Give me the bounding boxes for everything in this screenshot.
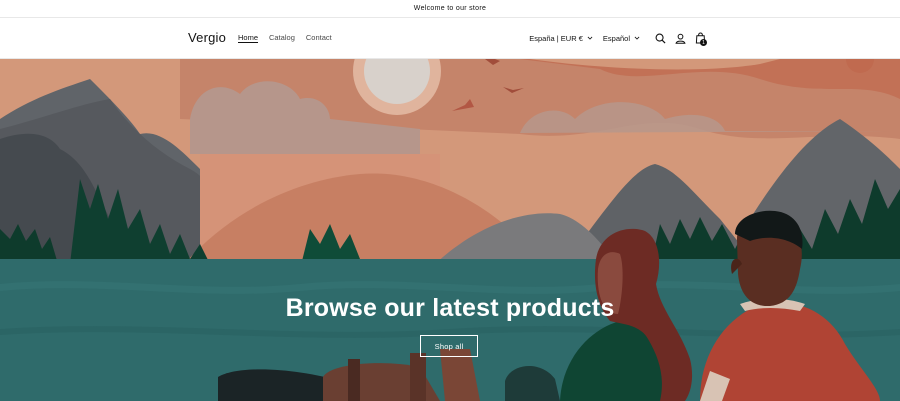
- store-logo[interactable]: Vergio: [188, 30, 226, 45]
- hero-title: Browse our latest products: [285, 294, 615, 322]
- cart-count-badge: 1: [700, 39, 707, 46]
- search-icon: [655, 33, 666, 44]
- chevron-down-icon: [587, 36, 593, 40]
- language-selector-label: Español: [602, 33, 630, 43]
- main-nav: Home Catalog Contact: [238, 33, 332, 42]
- header-actions: España | EUR € Español 1: [529, 28, 710, 48]
- country-selector[interactable]: España | EUR €: [529, 34, 593, 43]
- site-header: Vergio Home Catalog Contact España | EUR…: [0, 18, 900, 59]
- nav-contact[interactable]: Contact: [306, 33, 332, 42]
- nav-home[interactable]: Home: [238, 33, 258, 42]
- announcement-text: Welcome to our store: [413, 5, 487, 12]
- account-button[interactable]: [670, 28, 690, 48]
- hero-banner: Browse our latest products Shop all: [0, 59, 900, 401]
- account-icon: [674, 33, 686, 44]
- language-selector[interactable]: Español: [603, 34, 640, 43]
- country-selector-label: España | EUR €: [529, 33, 583, 43]
- cart-button[interactable]: 1: [690, 28, 710, 48]
- nav-catalog[interactable]: Catalog: [269, 33, 295, 42]
- search-button[interactable]: [650, 28, 670, 48]
- announcement-bar: Welcome to our store: [0, 0, 900, 18]
- chevron-down-icon: [634, 36, 640, 40]
- shop-all-button[interactable]: Shop all: [420, 335, 478, 357]
